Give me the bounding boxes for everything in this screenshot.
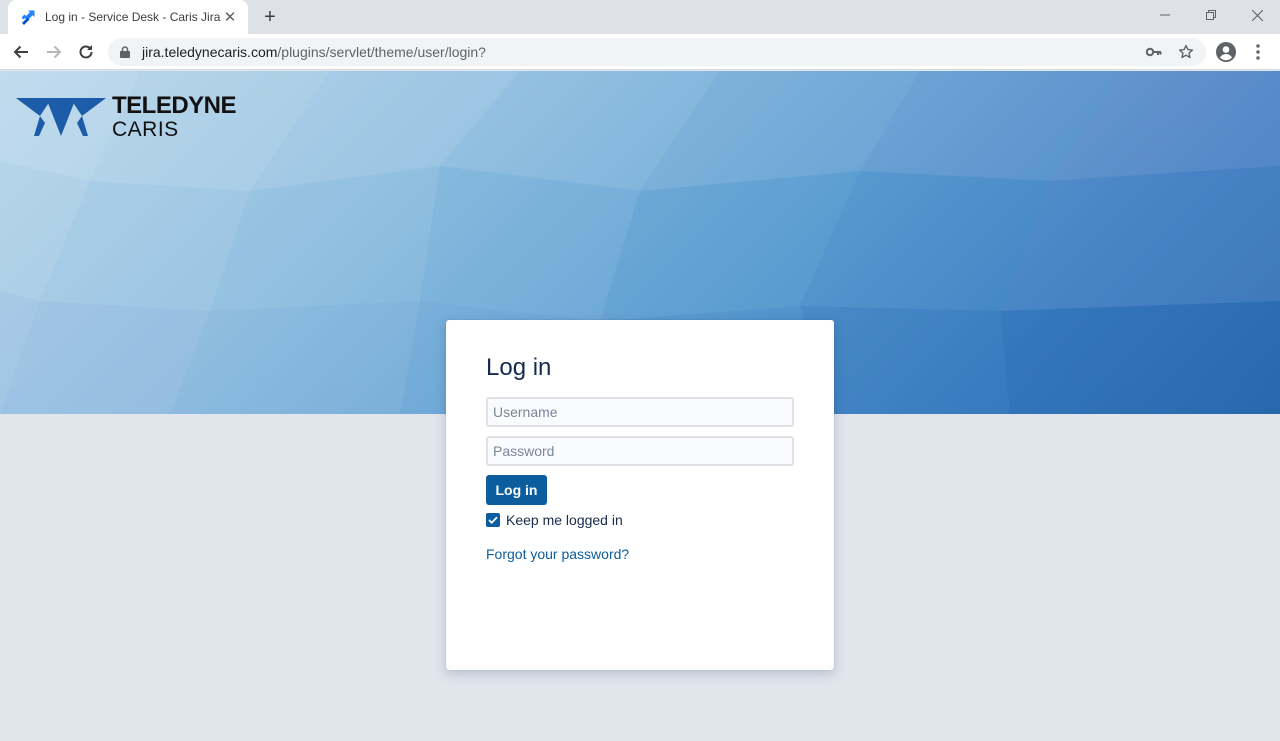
- login-submit-button[interactable]: Log in: [486, 475, 547, 505]
- browser-toolbar: jira.teledynecaris.com/plugins/servlet/t…: [0, 34, 1280, 70]
- browser-tabstrip: Log in - Service Desk - Caris Jira ✕ +: [0, 0, 1280, 34]
- jira-favicon-icon: [20, 9, 36, 25]
- tab-close-icon[interactable]: ✕: [222, 9, 238, 25]
- restore-icon[interactable]: [1188, 0, 1234, 30]
- keep-logged-in-label[interactable]: Keep me logged in: [506, 512, 623, 528]
- checkmark-icon: [488, 516, 498, 524]
- login-heading: Log in: [486, 354, 552, 381]
- teledyne-caris-logo[interactable]: TELEDYNE CARIS: [16, 92, 237, 141]
- address-bar[interactable]: jira.teledynecaris.com/plugins/servlet/t…: [108, 38, 1206, 66]
- logo-wordmark: TELEDYNE CARIS: [112, 92, 237, 141]
- new-tab-icon[interactable]: +: [258, 5, 282, 29]
- reload-icon[interactable]: [72, 38, 100, 66]
- forward-icon[interactable]: [40, 38, 68, 66]
- back-icon[interactable]: [7, 38, 35, 66]
- bookmark-star-icon[interactable]: [1174, 40, 1198, 64]
- forgot-password-link[interactable]: Forgot your password?: [486, 546, 629, 562]
- url-text: jira.teledynecaris.com/plugins/servlet/t…: [142, 44, 486, 60]
- minimize-icon[interactable]: [1142, 0, 1188, 30]
- logo-line1: TELEDYNE: [112, 92, 237, 119]
- tab-title: Log in - Service Desk - Caris Jira: [45, 10, 221, 24]
- window-close-icon[interactable]: [1234, 0, 1280, 30]
- key-icon[interactable]: [1142, 40, 1166, 64]
- teledyne-wing-icon: [16, 98, 106, 136]
- keep-logged-in-checkbox[interactable]: [486, 513, 500, 527]
- profile-avatar-icon[interactable]: [1212, 38, 1240, 66]
- browser-tab[interactable]: Log in - Service Desk - Caris Jira ✕: [8, 0, 248, 34]
- username-input[interactable]: [486, 397, 794, 427]
- login-card: Log in Log in Keep me logged in Forgot y…: [446, 320, 834, 670]
- more-menu-icon[interactable]: [1244, 38, 1272, 66]
- lock-icon[interactable]: [120, 46, 132, 58]
- keep-logged-in-row: Keep me logged in: [486, 512, 623, 528]
- logo-line2: CARIS: [112, 118, 179, 141]
- password-input[interactable]: [486, 436, 794, 466]
